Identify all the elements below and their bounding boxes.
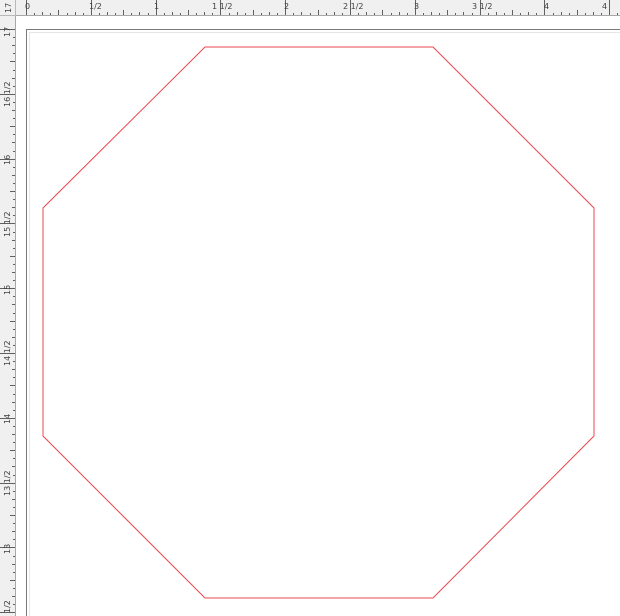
octagon-shape[interactable]: [42, 46, 595, 599]
vertical-ruler-ticks: [0, 29, 15, 613]
v-ruler-label: 15: [3, 285, 12, 295]
h-ruler-label: 1 1/2: [212, 2, 233, 11]
v-ruler-label: 15 1/2: [3, 211, 12, 237]
canvas-drawing-layer: [42, 46, 595, 599]
v-ruler-label: 1/2: [3, 600, 12, 613]
horizontal-ruler-ticks: [26, 0, 618, 15]
h-ruler-label: 2: [284, 2, 289, 11]
horizontal-ruler[interactable]: 0 1/2 1 1 1/2 2 2 1/2 3 3 1/2 4 4: [16, 0, 620, 16]
h-ruler-label: 3 1/2: [472, 2, 493, 11]
h-ruler-label: 1/2: [89, 2, 102, 11]
ruler-origin-icon: 17: [4, 3, 13, 13]
h-ruler-label: 4: [602, 2, 607, 11]
v-ruler-label: 13: [3, 544, 12, 554]
h-ruler-label: 4: [544, 2, 549, 11]
drawing-canvas[interactable]: [16, 16, 620, 616]
v-ruler-label: 14 1/2: [3, 340, 12, 366]
v-ruler-label: 14: [3, 414, 12, 424]
v-ruler-label: 17: [3, 27, 12, 37]
v-ruler-label: 16: [3, 155, 12, 165]
vertical-ruler-scale: 17 16 1/2 16 15 1/2 15 14 1/2 14 13 1/2 …: [0, 27, 15, 613]
vertical-ruler[interactable]: 17 16 1/2 16 15 1/2 15 14 1/2 14 13 1/2 …: [0, 16, 16, 616]
v-ruler-label: 16 1/2: [3, 81, 12, 107]
h-ruler-label: 0: [25, 2, 30, 11]
h-ruler-label: 1: [154, 2, 159, 11]
horizontal-ruler-labels: 0 1/2 1 1 1/2 2 2 1/2 3 3 1/2 4 4: [25, 2, 607, 11]
h-ruler-label: 3: [414, 2, 419, 11]
drawing-application-window: 17 0 1/2 1 1 1/2 2 2 1/2 3 3 1/2 4 4 17: [0, 0, 620, 616]
horizontal-ruler-scale: 0 1/2 1 1 1/2 2 2 1/2 3 3 1/2 4 4: [25, 0, 618, 15]
v-ruler-label: 13 1/2: [3, 470, 12, 496]
h-ruler-label: 2 1/2: [343, 2, 364, 11]
vertical-ruler-labels: 17 16 1/2 16 15 1/2 15 14 1/2 14 13 1/2 …: [3, 27, 12, 613]
ruler-origin-corner[interactable]: 17: [0, 0, 16, 16]
corner-label: 17: [4, 3, 13, 13]
